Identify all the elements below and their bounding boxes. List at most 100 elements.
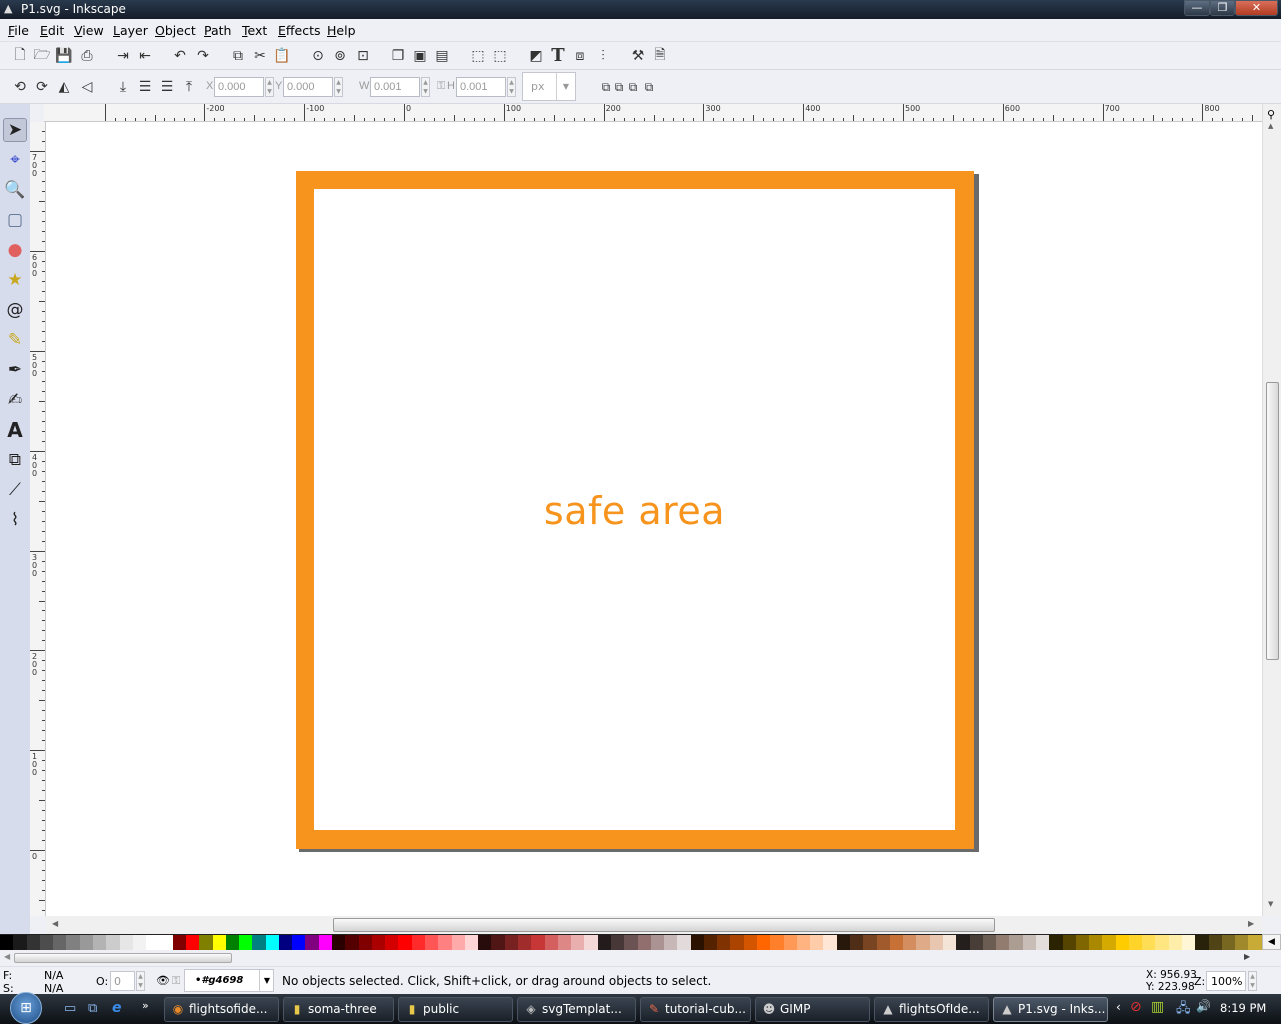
horizontal-scroll-thumb[interactable] (333, 918, 995, 932)
rotate-ccw-icon[interactable]: ⟲ (11, 78, 29, 96)
palette-swatch[interactable] (1089, 935, 1103, 950)
palette-swatch[interactable] (398, 935, 412, 950)
task-soma-three[interactable]: ▮ soma-three (283, 997, 394, 1022)
fill-stroke-icon[interactable]: ◩ (527, 47, 545, 65)
menu-help[interactable]: Help (327, 23, 356, 38)
palette-swatch[interactable] (796, 935, 811, 950)
palette-swatch[interactable] (1195, 935, 1209, 950)
menu-effects[interactable]: Effects (278, 23, 321, 38)
palette-swatch[interactable] (185, 935, 200, 950)
opacity-input[interactable]: 0 (110, 971, 135, 991)
palette-swatch[interactable] (332, 935, 346, 950)
palette-swatch[interactable] (770, 935, 784, 950)
palette-swatch[interactable] (106, 935, 120, 950)
palette-swatch[interactable] (783, 935, 797, 950)
close-button[interactable]: ✕ (1235, 0, 1278, 16)
export-icon[interactable]: ⇤ (136, 47, 154, 65)
selector-tool-icon[interactable]: ➤ (3, 118, 27, 142)
palette-swatch[interactable] (1102, 935, 1116, 950)
palette-swatch[interactable] (610, 935, 625, 950)
layer-select[interactable]: •#g4698 ▼ (184, 969, 274, 992)
menu-file[interactable]: File (8, 23, 29, 38)
undo-icon[interactable]: ↶ (171, 47, 189, 65)
layer-lock-icon[interactable]: ⚿ (172, 974, 180, 988)
text-tool-icon[interactable]: A (3, 418, 27, 442)
palette-scrollbar[interactable]: ◀ ▶ (0, 950, 1281, 966)
duplicate-icon[interactable]: ⧉ (229, 47, 247, 65)
palette-swatch[interactable] (743, 935, 758, 950)
palette-swatch[interactable] (717, 935, 731, 950)
task-p1-inkscape[interactable]: ▲ P1.svg - Inks... (993, 997, 1108, 1022)
palette-swatch[interactable] (345, 935, 359, 950)
scroll-up-icon[interactable]: ▲ (1268, 122, 1273, 130)
palette-swatch[interactable] (1128, 935, 1143, 950)
palette-swatch[interactable] (478, 935, 492, 950)
palette-swatch[interactable] (757, 935, 771, 950)
zoom-selection-icon[interactable]: ⊙ (309, 47, 327, 65)
palette-swatch[interactable] (504, 935, 518, 950)
text-font-icon[interactable]: T (549, 45, 567, 66)
cut-icon[interactable]: ✂ (251, 47, 269, 65)
menu-edit[interactable]: Edit (40, 23, 64, 38)
y-spinner[interactable]: ▲ ▼ (334, 77, 343, 97)
opacity-spinner[interactable]: ▲ ▼ (136, 971, 145, 991)
task-public[interactable]: ▮ public (398, 997, 513, 1022)
fill-value[interactable]: N/A (44, 969, 63, 982)
flip-horizontal-icon[interactable]: ◭ (55, 78, 73, 96)
palette-swatch[interactable] (889, 935, 904, 950)
palette-swatch[interactable] (690, 935, 704, 950)
document-properties-icon[interactable]: 🗎 (651, 47, 669, 65)
scroll-right-icon[interactable]: ▶ (1248, 919, 1254, 928)
preferences-icon[interactable]: ⚒ (629, 47, 647, 65)
palette-swatch[interactable] (810, 935, 824, 950)
w-input[interactable]: 0.001 (370, 77, 420, 97)
raise-to-top-icon[interactable]: ⤒ (180, 78, 198, 96)
x-spinner[interactable]: ▲ ▼ (265, 77, 274, 97)
show-desktop-icon[interactable]: ▭ (64, 1001, 76, 1016)
rotate-cw-icon[interactable]: ⟳ (33, 78, 51, 96)
safe-area-label[interactable]: safe area (314, 489, 955, 533)
lower-icon[interactable]: ☰ (136, 78, 154, 96)
node-editor-tool-icon[interactable]: ⌖ (3, 148, 27, 172)
h-spinner[interactable]: ▲ ▼ (507, 77, 516, 97)
import-icon[interactable]: ⇥ (114, 47, 132, 65)
unit-select[interactable]: px ▼ (522, 72, 576, 101)
palette-swatch[interactable] (39, 935, 54, 950)
zoom-selected-icon[interactable]: ⬚ (491, 47, 509, 65)
palette-swatch[interactable] (318, 935, 333, 950)
network-icon[interactable]: 🖧 (1176, 999, 1191, 1021)
palette-swatch[interactable] (239, 935, 253, 950)
palette-swatch[interactable] (66, 935, 80, 950)
palette-swatch[interactable] (491, 935, 505, 950)
palette-swatch[interactable] (199, 935, 213, 950)
palette-swatch[interactable] (425, 935, 439, 950)
pencil-tool-icon[interactable]: ✎ (3, 328, 27, 352)
palette-swatch[interactable] (929, 935, 943, 950)
palette-swatch[interactable] (531, 935, 545, 950)
horizontal-ruler[interactable]: -200-1000100200300400500600700800900 (44, 104, 1262, 122)
palette-swatch[interactable] (677, 935, 691, 950)
vertical-scroll-thumb[interactable] (1266, 382, 1279, 660)
palette-swatch[interactable] (876, 935, 890, 950)
palette-swatch[interactable] (13, 935, 27, 950)
task-flightsofide-firefox[interactable]: ◉ flightsofide... (164, 997, 279, 1022)
tray-expand-icon[interactable]: ‹ (1116, 1000, 1121, 1014)
palette-swatch[interactable] (411, 935, 425, 950)
palette-swatch[interactable] (1022, 935, 1036, 950)
save-icon[interactable]: 💾 (55, 47, 73, 65)
paste-icon[interactable]: 📋 (273, 47, 291, 65)
palette-swatch[interactable] (464, 935, 479, 950)
internet-explorer-icon[interactable]: e (112, 1000, 122, 1016)
palette-swatch[interactable] (252, 935, 266, 950)
group-icon[interactable]: ❐ (389, 47, 407, 65)
palette-swatch[interactable] (305, 935, 319, 950)
palette-swatch[interactable] (225, 935, 240, 950)
palette-swatch[interactable] (956, 935, 970, 950)
palette-swatch[interactable] (1142, 935, 1156, 950)
palette-swatch[interactable] (278, 935, 293, 950)
palette-swatch[interactable] (823, 935, 837, 950)
palette-swatch[interactable] (597, 935, 611, 950)
redo-icon[interactable]: ↷ (194, 47, 212, 65)
palette-swatch[interactable] (79, 935, 93, 950)
palette-swatch[interactable] (265, 935, 279, 950)
